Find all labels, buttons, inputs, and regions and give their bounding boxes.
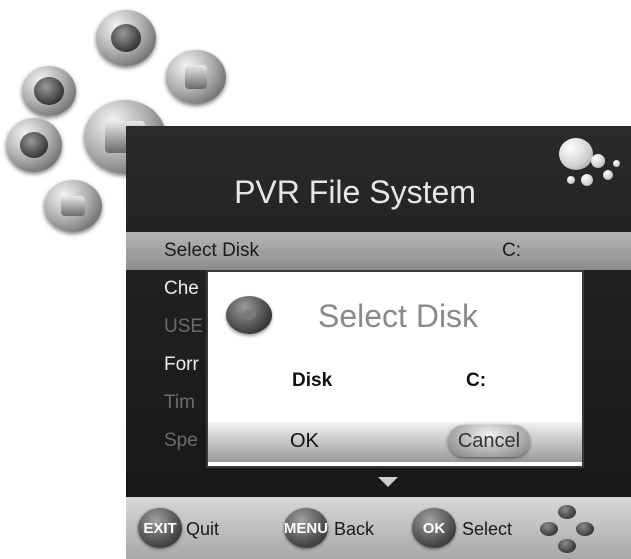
quit-label: Quit [186,519,220,539]
dpad-icon [538,503,596,555]
dialog-title: Select Disk [318,298,479,334]
select-disk-dialog: Select Disk Disk C: OK Cancel [206,270,584,468]
ok-key-icon[interactable]: OK [412,508,456,548]
camera-icon [44,180,102,232]
disk-label: Disk [292,370,333,391]
menu-item-label: USE [164,316,204,337]
disk-value[interactable]: C: [466,370,486,392]
info-icon [226,296,272,334]
menu-item-value: C: [502,240,521,261]
page-title: PVR File System [234,174,476,210]
menu-item-label: Spe [164,430,198,451]
menu-key-icon[interactable]: MENU [284,508,328,548]
menu-item-select-disk[interactable]: Select Disk C: [126,232,631,270]
back-label: Back [334,519,375,539]
menu-item-label: Forr [164,354,199,375]
select-label: Select [462,519,513,539]
cancel-button[interactable]: Cancel [448,425,530,457]
lock-icon [166,50,226,104]
exit-key-icon[interactable]: EXIT [138,508,182,548]
disc-icon [22,66,76,116]
satellite-icon [6,118,62,172]
menu-item-label: Select Disk [164,240,260,261]
ok-button[interactable]: OK [290,430,319,453]
menu-item-label: Tim [164,392,195,413]
footer-bar: EXIT Quit MENU Back OK Select [126,497,631,559]
menu-item-label: Che [164,278,199,299]
bubbles-logo [545,130,625,200]
gear-icon [96,10,156,66]
dialog-button-bar: OK Cancel [208,422,582,462]
scroll-down-arrow-icon[interactable] [378,477,398,487]
